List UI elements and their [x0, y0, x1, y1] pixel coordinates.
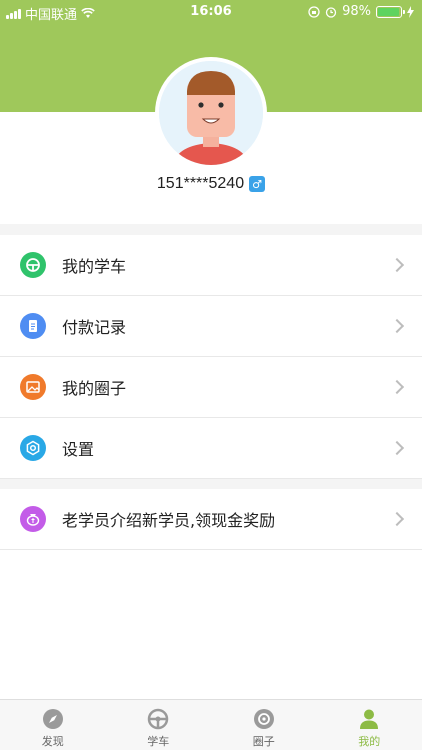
tab-bar: 发现 学车 圈子 我的 [0, 699, 422, 750]
user-info: 151****5240 ♂ [0, 173, 422, 195]
person-icon [357, 707, 381, 731]
battery-icon [376, 5, 405, 18]
avatar[interactable] [155, 57, 267, 169]
chevron-right-icon [389, 511, 405, 527]
document-icon [20, 313, 46, 339]
compass-icon [41, 707, 65, 731]
menu-label: 付款记录 [62, 318, 127, 337]
section-divider [0, 479, 422, 489]
battery-percent: 98% [342, 4, 371, 19]
circle-icon [252, 707, 276, 731]
chevron-right-icon [389, 318, 405, 334]
avatar-image [159, 61, 263, 165]
alarm-icon [325, 6, 337, 18]
rotation-lock-icon [308, 5, 320, 18]
tab-learn-driving[interactable]: 学车 [106, 700, 212, 750]
menu-item-settings[interactable]: 设置 [0, 418, 422, 479]
tab-label: 圈子 [252, 735, 275, 748]
menu-item-my-driving[interactable]: 我的学车 [0, 235, 422, 296]
chevron-right-icon [389, 257, 405, 273]
menu-label: 我的学车 [62, 257, 127, 276]
menu-item-payment-records[interactable]: 付款记录 [0, 296, 422, 357]
gear-icon [20, 435, 46, 461]
menu-item-my-circle[interactable]: 我的圈子 [0, 357, 422, 418]
tab-label: 学车 [147, 735, 170, 748]
status-right: 98% [308, 4, 414, 19]
chevron-right-icon [389, 440, 405, 456]
tab-label: 发现 [41, 735, 64, 748]
menu-label: 我的圈子 [62, 379, 127, 398]
tab-circle[interactable]: 圈子 [211, 700, 317, 750]
steering-wheel-icon [20, 252, 46, 278]
phone-number: 151****5240 [156, 175, 245, 192]
tab-label: 我的 [358, 735, 381, 748]
section-divider [0, 224, 422, 235]
menu-label: 设置 [62, 440, 95, 459]
chevron-right-icon [389, 379, 405, 395]
status-bar: 中国联通 16:06 98% [0, 0, 422, 24]
money-bag-icon [20, 506, 46, 532]
image-icon [20, 374, 46, 400]
tab-mine[interactable]: 我的 [317, 700, 422, 750]
tab-discover[interactable]: 发现 [0, 700, 106, 750]
steering-wheel-icon [146, 707, 170, 731]
menu-label: 老学员介绍新学员,领现金奖励 [62, 511, 276, 530]
male-icon: ♂ [249, 176, 266, 192]
charging-icon [407, 5, 414, 18]
menu-item-referral-reward[interactable]: 老学员介绍新学员,领现金奖励 [0, 489, 422, 550]
